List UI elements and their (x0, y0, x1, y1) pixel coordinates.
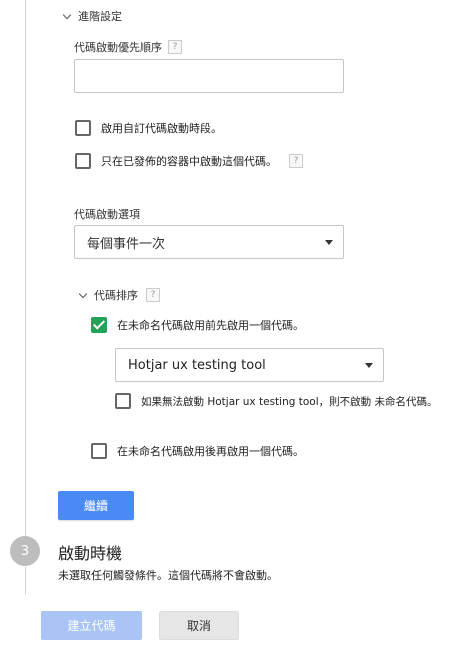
tag-sequencing-toggle[interactable]: 代碼排序 ? (78, 287, 160, 303)
help-icon[interactable]: ? (168, 40, 182, 54)
fire-after-option[interactable]: 在未命名代碼啟用後再啟用一個代碼。 (91, 443, 304, 459)
firing-options-label: 代碼啟動選項 (74, 208, 140, 221)
chevron-down-icon (78, 289, 88, 298)
help-icon[interactable]: ? (146, 288, 160, 302)
tag-sequencing-label: 代碼排序 (94, 289, 138, 302)
dont-fire-on-fail-label: 如果無法啟動 Hotjar ux testing tool，則不啟動 未命名代碼… (141, 395, 438, 408)
fire-before-option[interactable]: 在未命名代碼啟用前先啟用一個代碼。 (91, 317, 304, 333)
chevron-down-icon (62, 10, 72, 19)
dont-fire-on-fail-option[interactable]: 如果無法啟動 Hotjar ux testing tool，則不啟動 未命名代碼… (115, 393, 437, 409)
fire-before-checkbox[interactable] (91, 317, 107, 333)
cancel-button[interactable]: 取消 (159, 611, 239, 640)
published-only-checkbox[interactable] (75, 153, 91, 169)
step-description: 未選取任何觸發條件。這個代碼將不會啟動。 (58, 569, 278, 582)
advanced-settings-toggle[interactable]: 進階設定 (62, 8, 122, 24)
dropdown-arrow-icon (365, 362, 373, 368)
step-rail (25, 0, 26, 595)
help-icon[interactable]: ? (289, 154, 303, 168)
setup-tag-select[interactable]: Hotjar ux testing tool (115, 348, 384, 382)
custom-schedule-checkbox[interactable] (75, 120, 91, 136)
setup-tag-value: Hotjar ux testing tool (128, 357, 266, 373)
priority-label: 代碼啟動優先順序 (74, 41, 162, 54)
fire-after-checkbox[interactable] (91, 443, 107, 459)
custom-schedule-label: 啟用自訂代碼啟動時段。 (101, 122, 222, 135)
published-only-label: 只在已發佈的容器中啟動這個代碼。 (101, 155, 277, 168)
published-only-option[interactable]: 只在已發佈的容器中啟動這個代碼。 ? (75, 153, 303, 169)
fire-before-label: 在未命名代碼啟用前先啟用一個代碼。 (117, 319, 304, 332)
dont-fire-on-fail-checkbox[interactable] (115, 393, 131, 409)
continue-button[interactable]: 繼續 (58, 491, 134, 520)
dropdown-arrow-icon (325, 239, 333, 245)
advanced-settings-label: 進階設定 (78, 10, 122, 23)
firing-options-value: 每個事件一次 (87, 236, 166, 252)
priority-label-row: 代碼啟動優先順序 ? (74, 39, 182, 55)
create-tag-button[interactable]: 建立代碼 (41, 611, 142, 640)
step-number-badge: 3 (10, 536, 40, 566)
step-title: 啟動時機 (58, 544, 123, 563)
custom-schedule-option[interactable]: 啟用自訂代碼啟動時段。 (75, 120, 222, 136)
fire-after-label: 在未命名代碼啟用後再啟用一個代碼。 (117, 445, 304, 458)
firing-options-select[interactable]: 每個事件一次 (74, 225, 344, 259)
priority-input[interactable] (74, 59, 344, 93)
